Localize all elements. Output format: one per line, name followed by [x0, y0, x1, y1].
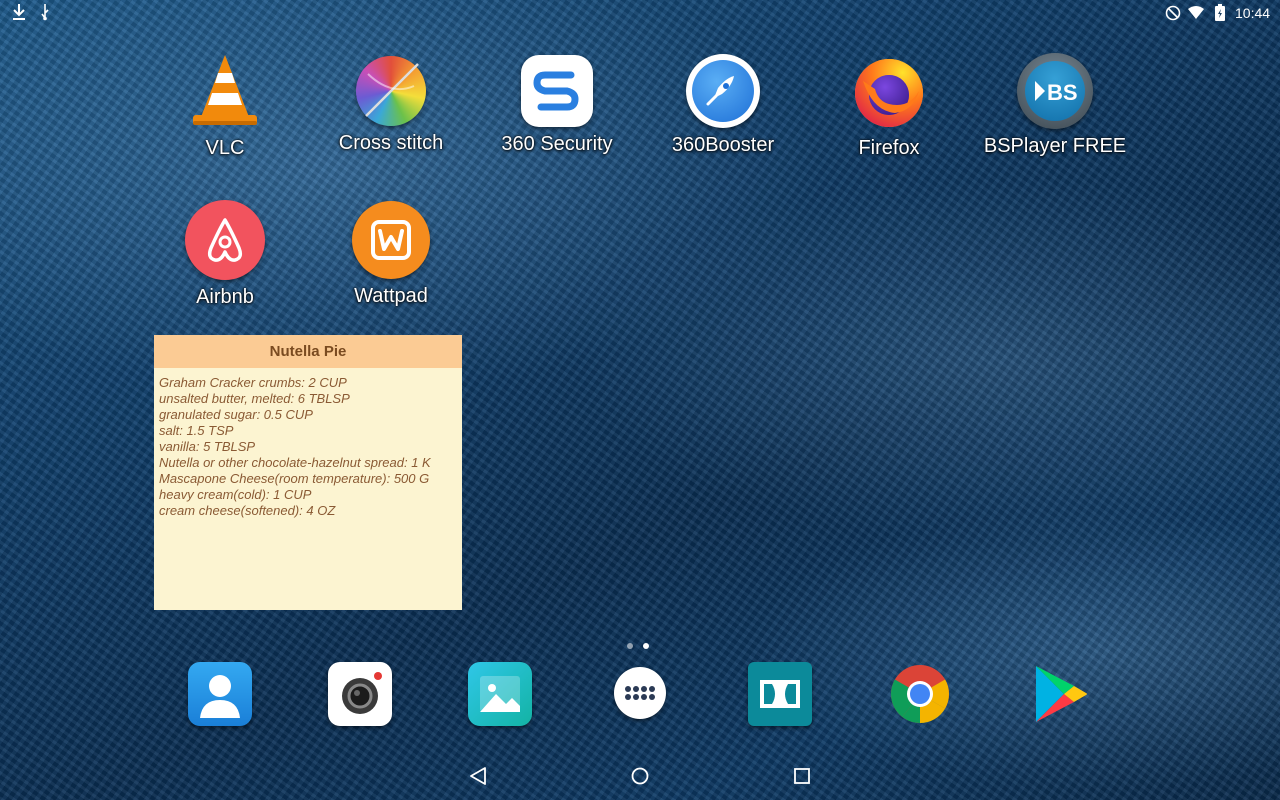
ingredient-item: Mascapone Cheese(room temperature): 500 …	[159, 471, 430, 486]
contacts-icon[interactable]	[188, 662, 252, 726]
battery-charging-icon	[1215, 4, 1225, 24]
ingredient-item: heavy cream(cold): 1 CUP	[159, 487, 312, 502]
vlc-icon	[185, 51, 265, 131]
do-not-disturb-icon	[1165, 5, 1181, 24]
recipe-title: Nutella Pie	[154, 335, 462, 368]
app-airbnb[interactable]: Airbnb	[145, 200, 305, 309]
360-booster-icon	[686, 54, 760, 128]
app-firefox[interactable]: Firefox	[809, 51, 969, 160]
app-label: 360 Security	[501, 133, 613, 155]
svg-text:BS: BS	[1047, 80, 1078, 105]
360-security-icon	[521, 55, 593, 127]
page-indicator	[627, 636, 659, 654]
app-label: 360Booster	[671, 134, 775, 156]
play-store-icon[interactable]	[1028, 662, 1092, 726]
airbnb-icon	[185, 200, 265, 280]
app-label: Airbnb	[196, 286, 254, 308]
navigation-bar	[0, 752, 1280, 800]
app-360-security[interactable]: 360 Security	[477, 51, 637, 156]
ingredient-list: Graham Cracker crumbs: 2 CUP unsalted bu…	[154, 368, 462, 526]
app-wattpad[interactable]: Wattpad	[311, 200, 471, 308]
recents-icon[interactable]	[780, 760, 824, 792]
gallery-icon[interactable]	[468, 662, 532, 726]
home-icon[interactable]	[618, 760, 662, 792]
clock: 10:44	[1235, 5, 1271, 21]
wifi-icon	[1188, 6, 1204, 23]
app-label: VLC	[205, 137, 245, 159]
app-drawer-icon[interactable]	[614, 667, 666, 719]
page-dot-active[interactable]	[643, 643, 649, 649]
ingredient-item: salt: 1.5 TSP	[159, 423, 234, 438]
status-bar: 10:44	[0, 0, 1280, 26]
wattpad-icon	[352, 201, 430, 279]
download-icon	[11, 3, 27, 24]
dolby-icon[interactable]	[748, 662, 812, 726]
chrome-icon[interactable]	[888, 662, 952, 726]
ingredient-item: unsalted butter, melted: 6 TBLSP	[159, 391, 350, 406]
app-360-booster[interactable]: 360Booster	[643, 51, 803, 157]
ingredient-item: Nutella or other chocolate-hazelnut spre…	[159, 455, 431, 470]
usb-icon	[38, 3, 52, 24]
cross-stitch-icon	[356, 56, 426, 126]
page-dot[interactable]	[627, 643, 633, 649]
camera-icon[interactable]	[328, 662, 392, 726]
firefox-icon	[849, 51, 929, 131]
ingredient-item: granulated sugar: 0.5 CUP	[159, 407, 313, 422]
ingredient-item: vanilla: 5 TBLSP	[159, 439, 256, 454]
app-label: BSPlayer FREE	[983, 135, 1127, 157]
bsplayer-icon: BS	[1017, 53, 1093, 129]
ingredient-item: Graham Cracker crumbs: 2 CUP	[159, 375, 347, 390]
app-vlc[interactable]: VLC	[145, 51, 305, 160]
app-label: Cross stitch	[338, 132, 444, 154]
back-icon[interactable]	[456, 760, 500, 792]
app-bsplayer[interactable]: BS BSPlayer FREE	[975, 51, 1135, 158]
app-cross-stitch[interactable]: Cross stitch	[311, 51, 471, 155]
app-label: Wattpad	[354, 285, 428, 307]
app-label: Firefox	[858, 137, 920, 159]
ingredient-item: cream cheese(softened): 4 OZ	[159, 503, 336, 518]
recipe-widget[interactable]: Nutella Pie Graham Cracker crumbs: 2 CUP…	[154, 335, 462, 610]
